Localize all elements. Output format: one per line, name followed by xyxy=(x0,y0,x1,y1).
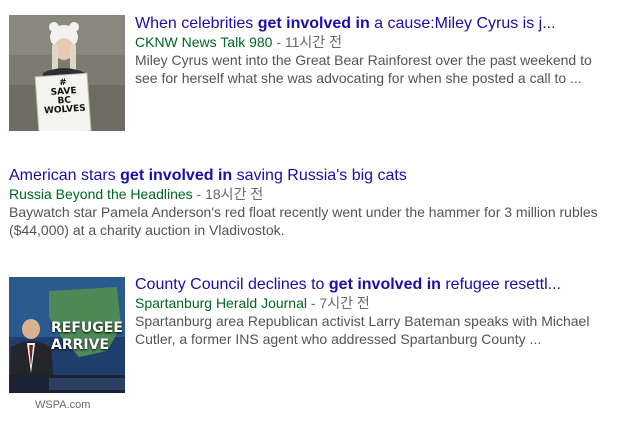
sign-text: # SAVE BC WOLVES xyxy=(43,77,87,117)
news-result: REFUGEE ARRIVE WSPA.com County Council d… xyxy=(9,271,609,421)
result-time: - 18시간 전 xyxy=(192,186,264,202)
result-time: - 7시간 전 xyxy=(307,295,370,311)
news-result: American stars get involved in saving Ru… xyxy=(9,166,609,246)
result-title-link[interactable]: When celebrities get involved in a cause… xyxy=(135,14,610,33)
result-thumbnail[interactable]: # SAVE BC WOLVES xyxy=(9,15,125,131)
thumb-banner-text: REFUGEE ARRIVE xyxy=(51,320,123,353)
result-snippet: Miley Cyrus went into the Great Bear Rai… xyxy=(135,52,592,86)
result-source: Spartanburg Herald Journal - 7시간 전 xyxy=(135,295,370,311)
result-title-link[interactable]: County Council declines to get involved … xyxy=(135,275,610,294)
thumb-source-caption: WSPA.com xyxy=(35,399,91,411)
result-snippet: Spartanburg area Republican activist Lar… xyxy=(135,313,590,347)
result-snippet: Baywatch star Pamela Anderson's red floa… xyxy=(9,204,598,238)
result-thumbnail[interactable]: REFUGEE ARRIVE xyxy=(9,277,125,393)
result-source: Russia Beyond the Headlines - 18시간 전 xyxy=(9,186,264,202)
result-source: CKNW News Talk 980 - 11시간 전 xyxy=(135,34,342,50)
result-title-link[interactable]: American stars get involved in saving Ru… xyxy=(9,166,609,185)
result-time: - 11시간 전 xyxy=(272,34,342,50)
news-result: # SAVE BC WOLVES When celebrities get in… xyxy=(9,8,609,138)
